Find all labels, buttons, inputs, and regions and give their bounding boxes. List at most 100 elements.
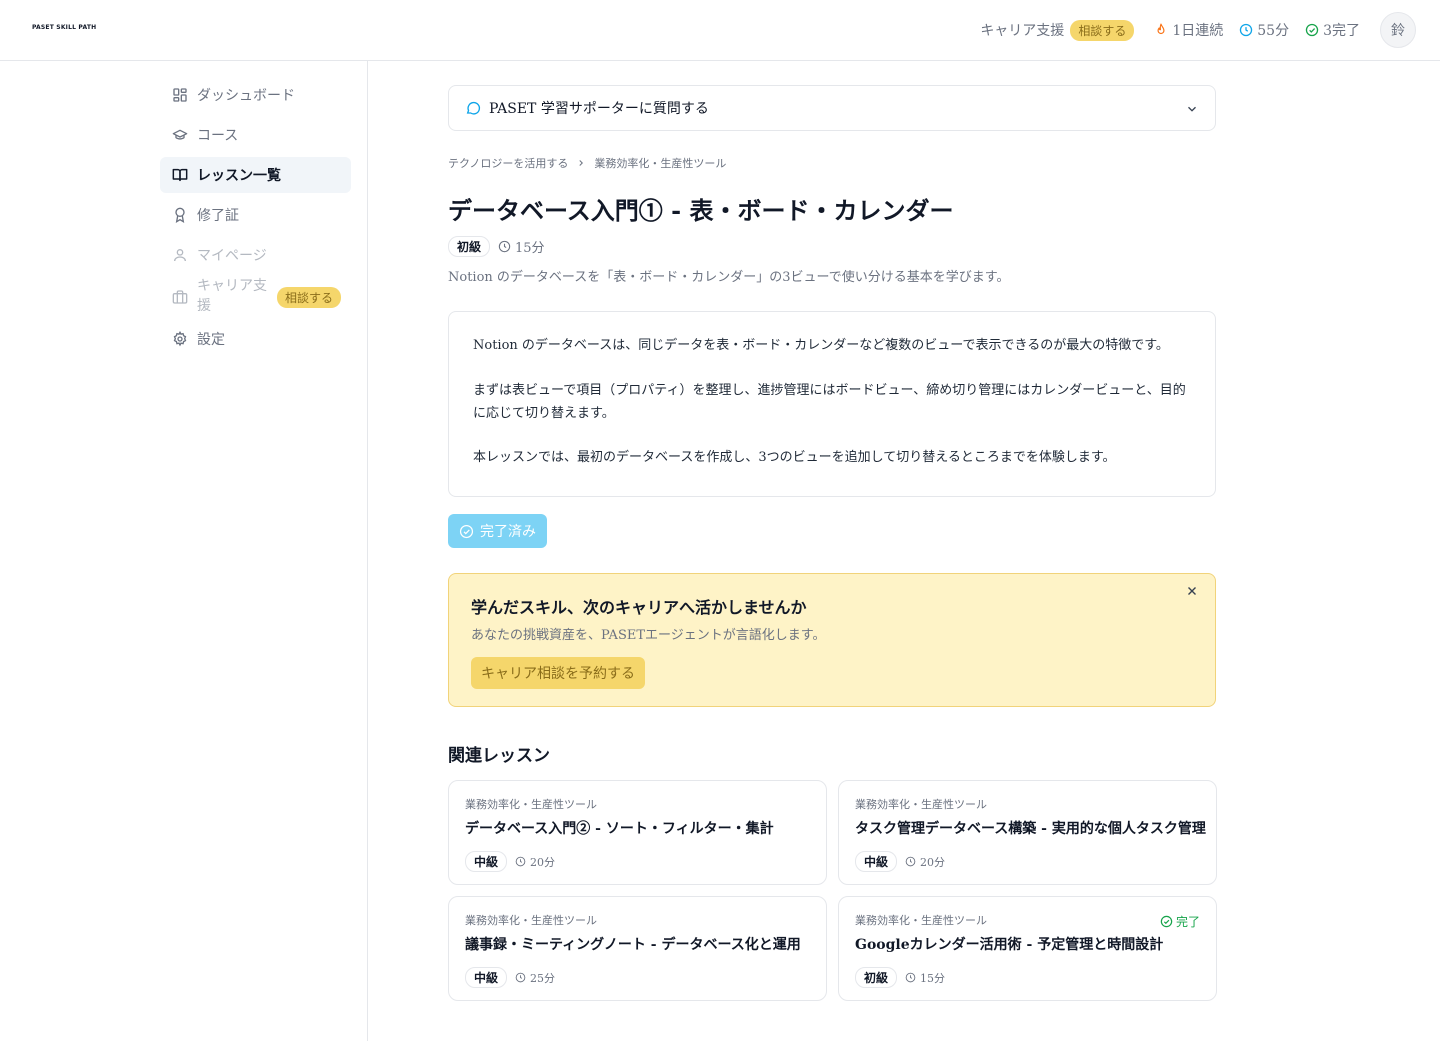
duration: 20分 xyxy=(515,854,555,870)
sidebar-item-settings[interactable]: 設定 xyxy=(160,321,351,357)
lesson-meta: 初級 15分 xyxy=(448,236,1216,257)
career-support-link[interactable]: キャリア支援 xyxy=(980,20,1064,40)
lesson-category: 業務効率化・生産性ツール xyxy=(465,798,597,811)
duration: 15分 xyxy=(905,970,945,986)
sidebar-item-career[interactable]: キャリア支援 相談する xyxy=(160,277,351,317)
duration-text: 20分 xyxy=(530,855,556,869)
level-badge: 初級 xyxy=(855,967,898,988)
award-icon xyxy=(175,207,185,223)
clock-icon xyxy=(515,856,526,867)
book-consultation-button[interactable]: キャリア相談を予約する xyxy=(471,657,645,689)
lesson-content: Notion のデータベースは、同じデータを表・ボード・カレンダーなど複数のビュ… xyxy=(448,311,1216,497)
lesson-description: Notion のデータベースを「表・ボード・カレンダー」の3ビューで使い分ける基… xyxy=(448,270,1010,285)
level-badge: 中級 xyxy=(855,851,898,872)
career-promo-banner: 学んだスキル、次のキャリアへ活かしませんか あなたの挑戦資産を、PASETエージ… xyxy=(448,573,1216,707)
flame-icon xyxy=(1157,23,1165,35)
related-lesson-card[interactable]: 業務効率化・生産性ツール データベース入門② - ソート・フィルター・集計 中級… xyxy=(448,780,827,885)
sidebar-item-mypage[interactable]: マイページ xyxy=(160,237,351,273)
sidebar-item-certificates[interactable]: 修了証 xyxy=(160,197,351,233)
check-circle-icon xyxy=(1305,23,1319,37)
assistant-accordion[interactable]: PASET 学習サポーターに質問する xyxy=(448,85,1216,131)
related-lesson-card[interactable]: 業務効率化・生産性ツール 完了 Googleカレンダー活用術 - 予定管理と時間… xyxy=(838,896,1217,1001)
breadcrumb: テクノロジーを活用する 業務効率化・生産性ツール xyxy=(448,155,1216,171)
gear-icon xyxy=(173,331,187,347)
sidebar-item-label: コース xyxy=(197,128,239,144)
clock-icon xyxy=(905,856,916,867)
streak-text: 1日連続 xyxy=(1172,23,1224,39)
user-icon xyxy=(174,249,186,262)
graduation-cap-icon xyxy=(172,129,188,140)
chat-bubble-icon xyxy=(466,101,481,115)
promo-title: 学んだスキル、次のキャリアへ活かしませんか xyxy=(471,598,807,617)
clock-icon xyxy=(1240,23,1253,37)
duration-text: 20分 xyxy=(920,855,946,869)
content-paragraph: Notion のデータベースは、同じデータを表・ボード・カレンダーなど複数のビュ… xyxy=(473,338,1169,353)
lesson-category: 業務効率化・生産性ツール xyxy=(855,798,987,811)
level-badge: 中級 xyxy=(465,967,508,988)
sidebar-item-label: 設定 xyxy=(197,332,225,348)
completed-flag-text: 完了 xyxy=(1175,915,1200,929)
duration: 20分 xyxy=(905,854,945,870)
clock-icon xyxy=(905,972,916,983)
level-badge: 中級 xyxy=(465,851,508,872)
logo[interactable]: PASET SKILL PATH xyxy=(32,24,96,31)
duration-text: 25分 xyxy=(530,971,556,985)
page-title: データベース入門① - 表・ボード・カレンダー xyxy=(448,196,954,225)
lesson-meta: 中級 20分 xyxy=(465,851,810,872)
sidebar: ダッシュボード コース レッスン一覧 修了証 マイページ キャリア支援 相談する… xyxy=(0,61,368,1041)
consult-badge[interactable]: 相談する xyxy=(277,286,342,308)
minutes-stat: 55分 xyxy=(1239,20,1289,40)
assistant-label: PASET 学習サポーターに質問する xyxy=(489,101,709,117)
completed-button[interactable]: 完了済み xyxy=(448,514,547,548)
lesson-title: タスク管理データベース構築 - 実用的な個人タスク管理 xyxy=(855,821,1206,837)
dashboard-icon xyxy=(173,88,187,102)
promo-subtitle: あなたの挑戦資産を、PASETエージェントが言語化します。 xyxy=(471,628,826,643)
check-circle-icon xyxy=(459,524,474,538)
completed-text: 3完了 xyxy=(1323,23,1360,39)
lesson-title: データベース入門② - ソート・フィルター・集計 xyxy=(465,821,774,837)
sidebar-item-label: ダッシュボード xyxy=(197,88,295,104)
level-badge: 初級 xyxy=(448,236,491,257)
completed-flag: 完了 xyxy=(1160,913,1200,930)
content-paragraph: 本レッスンでは、最初のデータベースを作成し、3つのビューを追加して切り替えるとこ… xyxy=(473,450,1116,466)
completed-stat: 3完了 xyxy=(1305,20,1360,40)
breadcrumb-item[interactable]: テクノロジーを活用する xyxy=(448,155,568,171)
chevron-right-icon xyxy=(579,160,584,166)
header-right: キャリア支援 相談する 1日連続 55分 3完了 鈴 xyxy=(980,12,1416,48)
related-lesson-card[interactable]: 業務効率化・生産性ツール タスク管理データベース構築 - 実用的な個人タスク管理… xyxy=(838,780,1217,885)
duration: 15分 xyxy=(498,237,545,256)
lesson-title: 議事録・ミーティングノート - データベース化と運用 xyxy=(465,937,801,953)
completed-button-label: 完了済み xyxy=(480,523,536,539)
sidebar-item-dashboard[interactable]: ダッシュボード xyxy=(160,77,351,113)
book-open-icon xyxy=(172,168,188,182)
chevron-down-icon xyxy=(1188,106,1196,112)
breadcrumb-item[interactable]: 業務効率化・生産性ツール xyxy=(594,155,726,171)
related-lesson-card[interactable]: 業務効率化・生産性ツール 議事録・ミーティングノート - データベース化と運用 … xyxy=(448,896,827,1001)
lesson-title: Googleカレンダー活用術 - 予定管理と時間設計 xyxy=(855,937,1164,953)
clock-icon xyxy=(515,972,526,983)
lesson-category: 業務効率化・生産性ツール xyxy=(465,914,597,927)
sidebar-item-label: マイページ xyxy=(197,248,267,264)
duration-text: 15分 xyxy=(920,971,946,985)
content-paragraph: まずは表ビューで項目（プロパティ）を整理し、進捗管理にはボードビュー、締め切り管… xyxy=(473,382,1186,421)
sidebar-nav: ダッシュボード コース レッスン一覧 修了証 マイページ キャリア支援 相談する… xyxy=(160,77,351,361)
consult-badge[interactable]: 相談する xyxy=(1070,19,1135,41)
related-lessons-heading: 関連レッスン xyxy=(448,746,550,766)
lesson-category: 業務効率化・生産性ツール xyxy=(855,914,987,927)
sidebar-item-label: 修了証 xyxy=(197,208,239,224)
sidebar-item-label: レッスン一覧 xyxy=(197,168,281,184)
clock-icon xyxy=(498,240,511,253)
sidebar-item-courses[interactable]: コース xyxy=(160,117,351,153)
lesson-meta: 中級 20分 xyxy=(855,851,1200,872)
close-icon[interactable] xyxy=(1185,584,1199,598)
sidebar-item-lessons[interactable]: レッスン一覧 xyxy=(160,157,351,193)
top-header: PASET SKILL PATH キャリア支援 相談する 1日連続 55分 3完… xyxy=(0,0,1440,61)
main-content: PASET 学習サポーターに質問する テクノロジーを活用する 業務効率化・生産性… xyxy=(448,85,1217,1001)
lesson-meta: 初級 15分 xyxy=(855,967,1200,988)
duration-text: 15分 xyxy=(515,241,545,256)
check-circle-icon xyxy=(1160,915,1173,928)
minutes-text: 55分 xyxy=(1257,23,1290,39)
duration: 25分 xyxy=(515,970,555,986)
streak-stat: 1日連続 xyxy=(1154,20,1223,40)
avatar[interactable]: 鈴 xyxy=(1380,12,1416,48)
